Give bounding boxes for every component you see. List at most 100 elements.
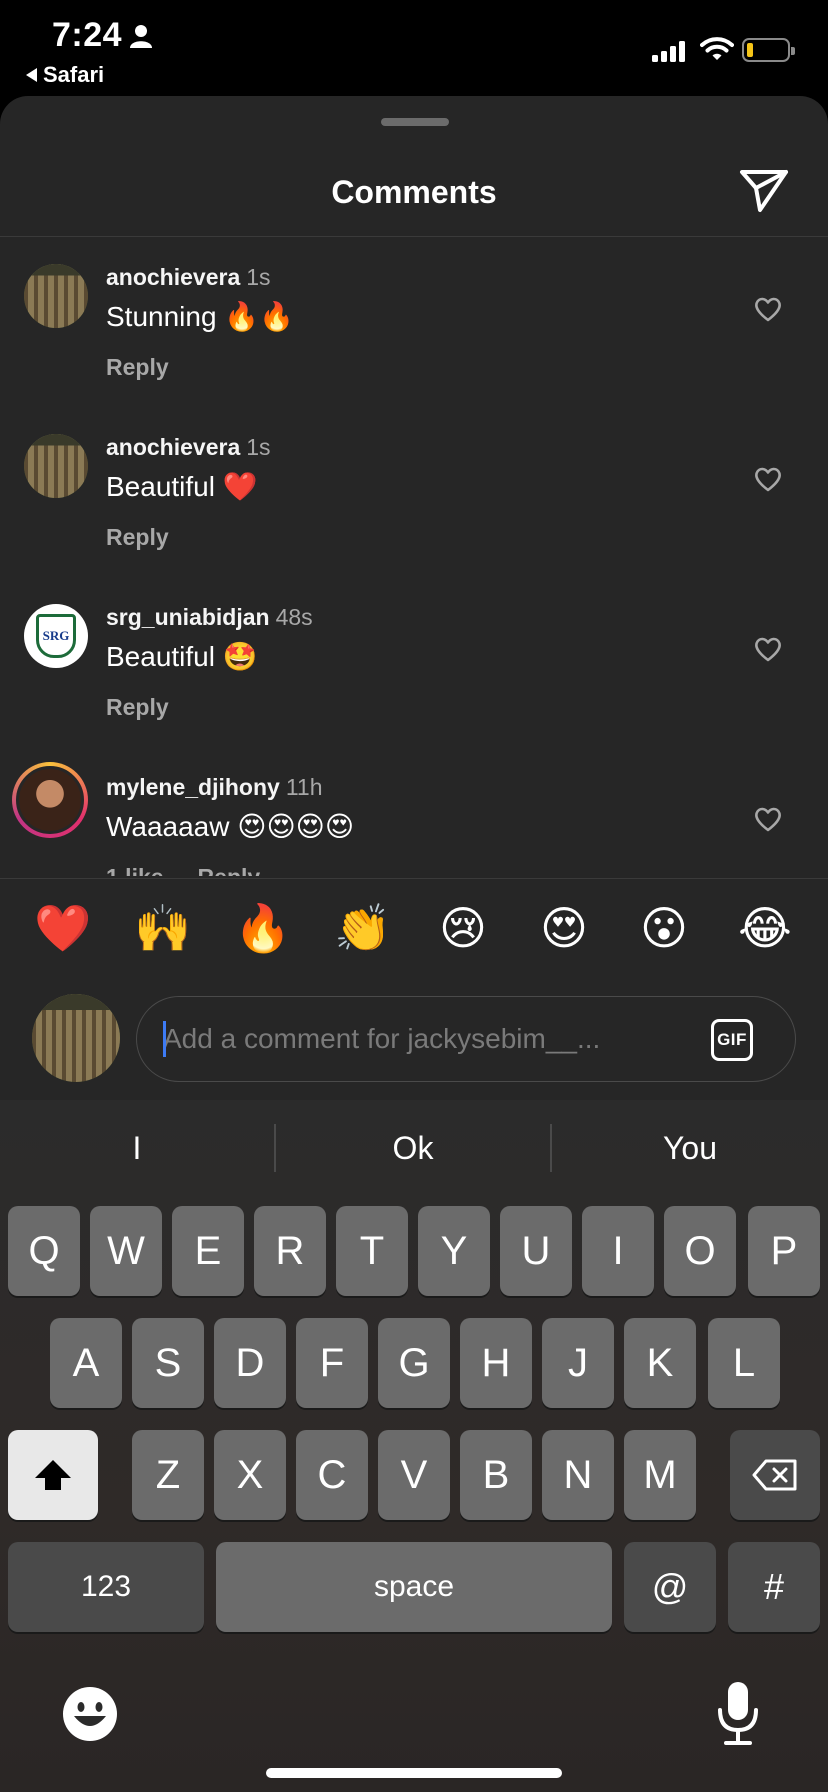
key-r[interactable]: R — [254, 1206, 326, 1296]
comment-time: 48s — [275, 604, 313, 630]
avatar-story-ring[interactable] — [12, 762, 88, 838]
numbers-key[interactable]: 123 — [8, 1542, 204, 1632]
suggestion-item[interactable]: I — [0, 1122, 274, 1174]
comment-time: 1s — [246, 434, 271, 460]
comment-text: Stunning 🔥🔥 — [106, 301, 295, 332]
sheet-title: Comments — [331, 174, 497, 210]
comment-input-placeholder: Add a comment for jackysebim__... — [163, 1023, 601, 1054]
home-indicator — [266, 1768, 562, 1778]
emoji-laughing[interactable]: 😂 — [733, 896, 797, 960]
sheet-grabber[interactable] — [381, 118, 449, 126]
emoji-heart-eyes[interactable]: 😍 — [532, 896, 596, 960]
emoji-crying[interactable]: 😢 — [431, 896, 495, 960]
key-b[interactable]: B — [460, 1430, 532, 1520]
key-d[interactable]: D — [214, 1318, 286, 1408]
person-icon — [130, 25, 152, 48]
key-f[interactable]: F — [296, 1318, 368, 1408]
comment-text: Beautiful ❤️ — [106, 471, 258, 502]
keyboard: I Ok You Q W E R T Y U I O P A S D F G H… — [0, 1100, 828, 1792]
space-key[interactable]: space — [216, 1542, 612, 1632]
key-a[interactable]: A — [50, 1318, 122, 1408]
key-m[interactable]: M — [624, 1430, 696, 1520]
backspace-icon — [752, 1459, 797, 1491]
emoji-raised-hands[interactable]: 🙌 — [131, 896, 195, 960]
key-y[interactable]: Y — [418, 1206, 490, 1296]
comment-username[interactable]: mylene_djihony — [106, 774, 280, 800]
key-e[interactable]: E — [172, 1206, 244, 1296]
predictive-bar: I Ok You — [0, 1122, 828, 1174]
key-c[interactable]: C — [296, 1430, 368, 1520]
header-divider — [0, 236, 828, 237]
suggestion-item[interactable]: You — [552, 1122, 828, 1174]
key-p[interactable]: P — [748, 1206, 820, 1296]
back-to-safari[interactable]: Safari — [26, 62, 104, 88]
key-z[interactable]: Z — [132, 1430, 204, 1520]
wifi-icon — [700, 37, 734, 60]
key-i[interactable]: I — [582, 1206, 654, 1296]
text-caret — [163, 1021, 166, 1057]
emoji-heart[interactable]: ❤️ — [31, 896, 95, 960]
quick-emoji-bar: ❤️ 🙌 🔥 👏 😢 😍 😮 😂 — [0, 896, 828, 966]
emoji-clap[interactable]: 👏 — [331, 896, 395, 960]
likes-count[interactable]: 1 like — [106, 864, 164, 876]
comment-item: mylene_djihony11h Waaaaaw 😍😍😍😍 1 like Re… — [0, 748, 828, 876]
comment-item: SRG srg_uniabidjan 48s Beautiful 🤩 Reply — [0, 578, 828, 748]
avatar[interactable] — [24, 434, 88, 498]
comment-item: anochievera 1s Stunning 🔥🔥 Reply — [0, 238, 828, 408]
heart-icon[interactable] — [754, 466, 782, 492]
cellular-signal-icon — [652, 41, 685, 62]
emoji-keyboard-icon[interactable] — [62, 1686, 118, 1742]
comments-list[interactable]: anochievera 1s Stunning 🔥🔥 Reply anochiev… — [0, 238, 828, 876]
emoji-bar-divider — [0, 878, 828, 879]
comment-username[interactable]: srg_uniabidjan — [106, 604, 270, 630]
composer-avatar — [32, 994, 120, 1082]
key-h[interactable]: H — [460, 1318, 532, 1408]
key-l[interactable]: L — [708, 1318, 780, 1408]
at-key[interactable]: @ — [624, 1542, 716, 1632]
comments-sheet: Comments anochievera 1s Stunning 🔥🔥 Reply… — [0, 96, 828, 1100]
suggestion-item[interactable]: Ok — [276, 1122, 550, 1174]
status-bar: 7:24 Safari — [0, 0, 828, 96]
shift-key[interactable] — [8, 1430, 98, 1520]
comment-username[interactable]: anochievera — [106, 264, 240, 290]
comment-username[interactable]: anochievera — [106, 434, 240, 460]
comment-item: anochievera 1s Beautiful ❤️ Reply — [0, 408, 828, 578]
comment-input[interactable]: Add a comment for jackysebim__... GIF — [136, 996, 796, 1082]
battery-icon — [742, 38, 795, 62]
hash-key[interactable]: # — [728, 1542, 820, 1632]
key-w[interactable]: W — [90, 1206, 162, 1296]
key-u[interactable]: U — [500, 1206, 572, 1296]
heart-icon[interactable] — [754, 636, 782, 662]
emoji-fire[interactable]: 🔥 — [231, 896, 295, 960]
key-x[interactable]: X — [214, 1430, 286, 1520]
key-o[interactable]: O — [664, 1206, 736, 1296]
key-n[interactable]: N — [542, 1430, 614, 1520]
heart-icon[interactable] — [754, 806, 782, 832]
key-v[interactable]: V — [378, 1430, 450, 1520]
status-time: 7:24 — [52, 16, 123, 54]
delete-key[interactable] — [730, 1430, 820, 1520]
heart-icon[interactable] — [754, 296, 782, 322]
comment-time: 1s — [246, 264, 271, 290]
share-icon[interactable] — [738, 168, 790, 214]
key-k[interactable]: K — [624, 1318, 696, 1408]
emoji-surprised[interactable]: 😮 — [632, 896, 696, 960]
reply-button[interactable]: Reply — [106, 354, 169, 381]
avatar[interactable] — [24, 264, 88, 328]
gif-button[interactable]: GIF — [711, 1019, 753, 1061]
comment-text: Beautiful 🤩 — [106, 641, 258, 672]
reply-button[interactable]: Reply — [198, 864, 261, 876]
srg-logo: SRG — [36, 614, 76, 658]
key-t[interactable]: T — [336, 1206, 408, 1296]
back-app-label: Safari — [43, 62, 105, 87]
key-q[interactable]: Q — [8, 1206, 80, 1296]
key-g[interactable]: G — [378, 1318, 450, 1408]
reply-button[interactable]: Reply — [106, 694, 169, 721]
avatar[interactable]: SRG — [24, 604, 88, 668]
microphone-icon[interactable] — [716, 1680, 760, 1746]
key-j[interactable]: J — [542, 1318, 614, 1408]
shift-arrow-icon — [35, 1460, 71, 1490]
reply-button[interactable]: Reply — [106, 524, 169, 551]
comment-time: 11h — [285, 774, 323, 800]
key-s[interactable]: S — [132, 1318, 204, 1408]
